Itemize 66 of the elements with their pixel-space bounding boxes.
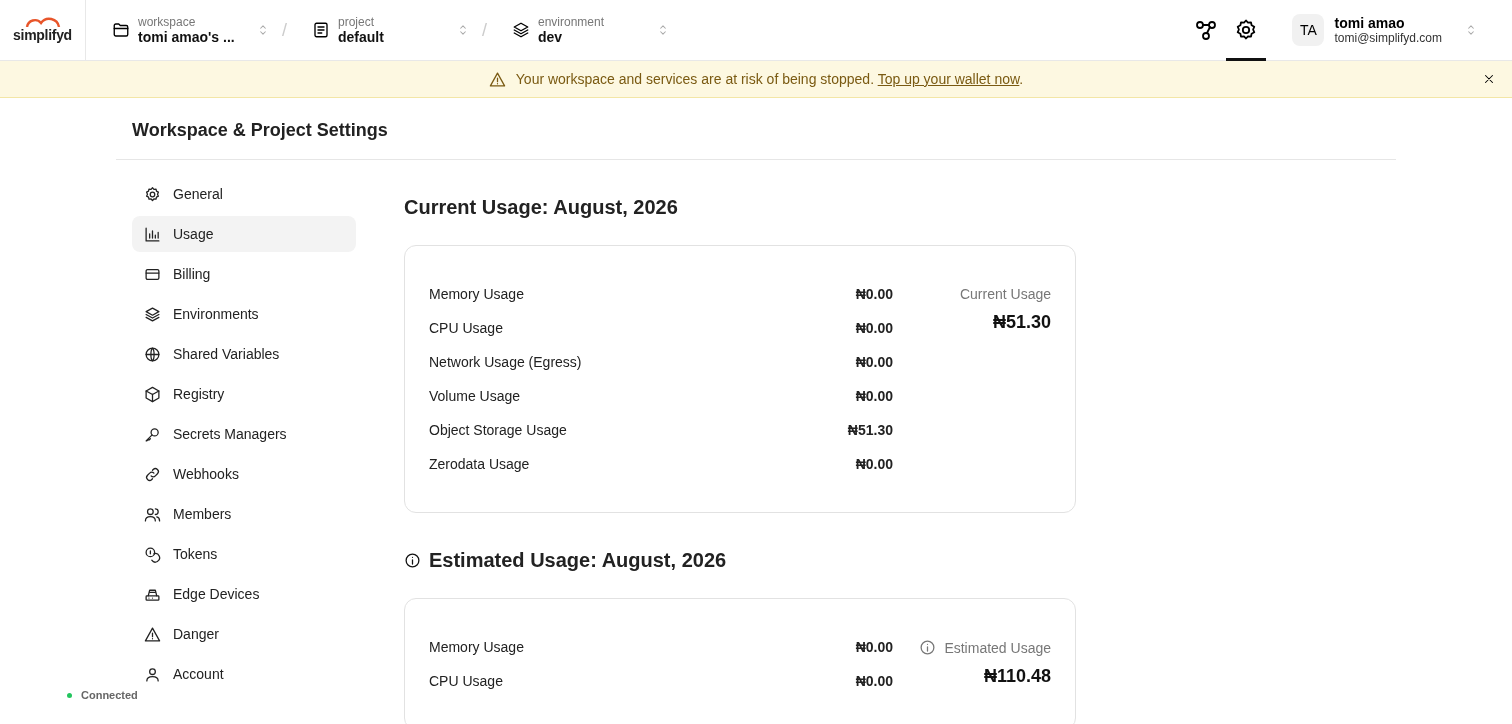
user-menu[interactable]: TA tomi amao tomi@simplifyd.com — [1286, 13, 1484, 47]
usage-label: Volume Usage — [429, 388, 521, 404]
sidebar-item[interactable]: Edge Devices — [132, 576, 356, 612]
warning-icon — [144, 625, 161, 643]
layers-icon — [144, 305, 161, 323]
sidebar-item[interactable]: Environments — [132, 296, 356, 332]
summary-label: Current Usage — [959, 286, 1051, 302]
key-icon — [144, 425, 161, 443]
usage-label: Zerodata Usage — [429, 456, 530, 472]
logo-text: simplifyd — [13, 27, 72, 43]
selector-dropdown[interactable]: workspace tomi amao's ... — [112, 15, 282, 45]
usage-amount: ₦0.00 — [855, 388, 893, 404]
info-icon — [404, 552, 421, 569]
cube-icon — [144, 385, 161, 403]
usage-amount: ₦0.00 — [855, 354, 893, 370]
sidebar-item[interactable]: Shared Variables — [132, 336, 356, 372]
avatar: TA — [1292, 14, 1325, 46]
user-email: tomi@simplifyd.com — [1334, 31, 1442, 45]
sidebar-item[interactable]: Account — [132, 656, 356, 692]
globe-icon — [144, 345, 161, 363]
selector-dropdown[interactable]: environment dev — [512, 15, 682, 45]
usage-label: Memory Usage — [429, 286, 524, 302]
sidebar-item[interactable]: Webhooks — [132, 456, 356, 492]
usage-label: CPU Usage — [429, 320, 503, 336]
selector-dropdown[interactable]: project default — [312, 15, 482, 45]
section-title: Estimated Usage: August, 2026 — [429, 549, 727, 572]
breadcrumb-separator: / — [482, 19, 488, 41]
breadcrumb-separator: / — [282, 19, 288, 41]
sidebar-item[interactable]: Usage — [132, 216, 356, 252]
close-icon — [1482, 72, 1496, 86]
usage-amount: ₦0.00 — [855, 320, 893, 336]
gear-icon — [144, 185, 161, 203]
bar-chart-icon — [144, 225, 161, 243]
status-label: Connected — [81, 689, 138, 701]
folder-icon — [112, 21, 130, 39]
layers-icon — [512, 21, 530, 39]
usage-amount: ₦0.00 — [855, 456, 893, 472]
page-title: Workspace & Project Settings — [116, 98, 1396, 160]
user-icon — [144, 665, 161, 683]
usage-label: CPU Usage — [429, 673, 503, 689]
sidebar-item[interactable]: Registry — [132, 376, 356, 412]
sidebar-item[interactable]: General — [132, 176, 356, 212]
warning-icon — [488, 70, 506, 88]
sidebar-item[interactable]: Members — [132, 496, 356, 532]
summary-label: Estimated Usage — [944, 639, 1051, 656]
usage-amount: ₦51.30 — [847, 422, 893, 438]
sidebar-item[interactable]: Tokens — [132, 536, 356, 572]
section-title: Current Usage: August, 2026 — [404, 196, 678, 219]
summary-total: ₦110.48 — [983, 666, 1051, 687]
usage-label: Object Storage Usage — [429, 422, 567, 438]
usage-amount: ₦0.00 — [855, 673, 893, 689]
warning-message: Your workspace and services are at risk of being stopped. Top up your wallet now. — [515, 71, 1024, 87]
info-icon — [919, 639, 937, 656]
sidebar-item[interactable]: Billing — [132, 256, 356, 292]
usage-label: Network Usage (Egress) — [429, 354, 582, 370]
sidebar-item[interactable]: Secrets Managers — [132, 416, 356, 452]
document-icon — [312, 21, 330, 39]
users-icon — [144, 505, 161, 523]
link-icon — [144, 465, 161, 483]
coins-icon — [144, 545, 161, 563]
user-name: tomi amao — [1334, 15, 1406, 31]
sidebar-item[interactable]: Danger — [132, 616, 356, 652]
usage-amount: ₦0.00 — [855, 286, 893, 302]
usage-amount: ₦0.00 — [855, 639, 893, 655]
summary-total: ₦51.30 — [992, 312, 1051, 333]
usage-label: Memory Usage — [429, 639, 524, 655]
